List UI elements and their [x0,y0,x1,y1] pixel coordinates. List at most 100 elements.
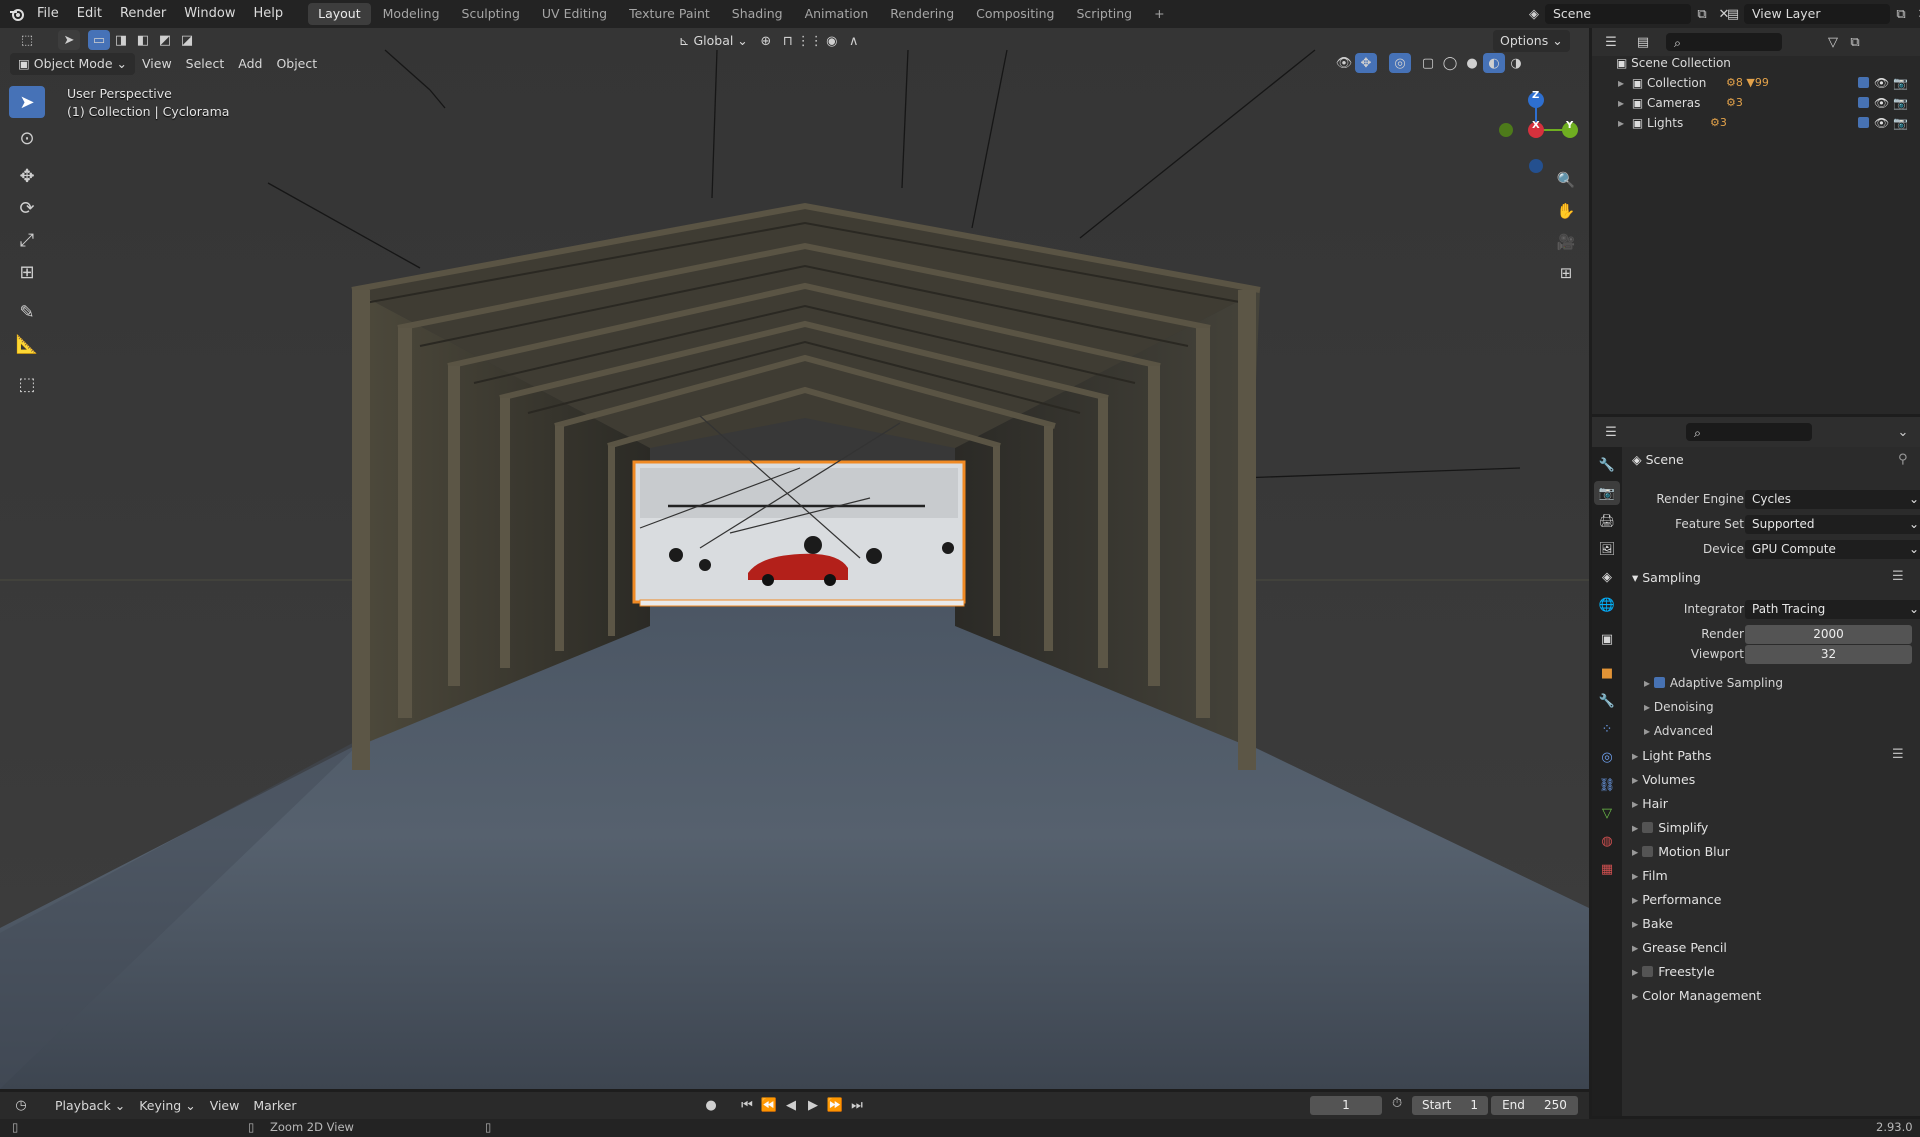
presets-list-icon[interactable]: ☰ [1892,569,1904,584]
panel-grease-pencil[interactable]: ▸ Grease Pencil [1632,937,1727,959]
pivot-point-icon[interactable]: ⊕ [755,31,777,51]
menu-select[interactable]: Select [179,53,232,75]
new-view-layer-icon[interactable]: ⧉ [1890,4,1912,24]
subpanel-denoising[interactable]: ▸ Denoising [1644,700,1714,714]
solid-shading-icon[interactable]: ● [1461,53,1483,73]
chevron-down-icon[interactable]: ⌄ [1892,422,1914,442]
render-samples-field[interactable]: 2000 [1745,625,1912,644]
delete-view-layer-icon[interactable]: ✕ [1912,4,1920,24]
constraints-tab-icon[interactable]: ⛓ [1594,773,1620,797]
properties-editor-icon[interactable]: ☰ [1600,422,1622,442]
physics-tab-icon[interactable]: ◎ [1594,745,1620,769]
exclude-checkbox[interactable] [1858,97,1869,108]
output-tab-icon[interactable]: 🖨 [1594,509,1620,533]
collection-tab-icon[interactable]: ▣ [1594,627,1620,651]
rendered-shading-icon[interactable]: ◑ [1505,53,1527,73]
tool-tab-icon[interactable]: 🔧 [1594,453,1620,477]
outliner-search-input[interactable]: ⌕ [1666,33,1782,51]
motion-blur-checkbox[interactable] [1642,846,1654,857]
material-tab-icon[interactable]: ◍ [1594,829,1620,853]
menu-window[interactable]: Window [175,0,244,28]
tab-shading[interactable]: Shading [722,3,793,25]
transform-orientation-dropdown[interactable]: ⊾ Global ⌄ [672,30,755,52]
modifier-tab-icon[interactable]: 🔧 [1594,689,1620,713]
properties-search-input[interactable]: ⌕ [1686,423,1812,441]
options-dropdown[interactable]: Options ⌄ [1493,30,1570,52]
prev-keyframe-icon[interactable]: ⏪ [758,1095,780,1115]
scene-name-field[interactable]: Scene [1545,4,1691,24]
feature-set-dropdown[interactable]: Supported ⌄ [1745,515,1920,534]
render-engine-dropdown[interactable]: Cycles ⌄ [1745,490,1920,509]
viewport-samples-field[interactable]: 32 [1745,645,1912,664]
view-layer-field[interactable]: View Layer [1744,4,1890,24]
render-icon[interactable]: 📷 [1893,116,1908,130]
tree-item-scene-collection[interactable]: ▣ Scene Collection [1592,53,1920,73]
render-icon[interactable]: 📷 [1893,76,1908,90]
snap-icon[interactable]: ⊓ [777,31,799,51]
visibility-icon[interactable]: 👁 [1333,53,1355,73]
presets-list-icon[interactable]: ☰ [1892,747,1904,762]
scene-tab-icon[interactable]: ◈ [1594,565,1620,589]
expand-arrow-icon[interactable]: ▸ [1618,116,1624,130]
panel-simplify[interactable]: ▸ Simplify [1632,817,1708,839]
subpanel-adaptive-sampling[interactable]: ▸ Adaptive Sampling [1644,676,1783,690]
proportional-edit-icon[interactable]: ◉ [821,31,843,51]
menu-marker[interactable]: Marker [246,1095,303,1117]
move-tool-icon[interactable]: ✥ [9,160,45,192]
menu-edit[interactable]: Edit [68,0,111,28]
new-scene-icon[interactable]: ⧉ [1691,4,1713,24]
panel-volumes[interactable]: ▸ Volumes [1632,769,1695,791]
add-workspace-button[interactable]: + [1144,3,1174,25]
data-tab-icon[interactable]: ▽ [1594,801,1620,825]
select-new-icon[interactable]: ▭ [88,30,110,50]
end-frame-field[interactable]: End 250 [1491,1096,1578,1115]
menu-timeline-view[interactable]: View [203,1095,247,1117]
render-icon[interactable]: 📷 [1893,96,1908,110]
object-tab-icon[interactable]: ■ [1594,661,1620,685]
rotate-tool-icon[interactable]: ⟳ [9,192,45,224]
annotate-tool-icon[interactable]: ✎ [9,296,45,328]
select-intersect-icon[interactable]: ◪ [176,30,198,50]
panel-light-paths[interactable]: ▸ Light Paths [1632,745,1711,767]
exclude-checkbox[interactable] [1858,117,1869,128]
eye-icon[interactable]: 👁 [1874,116,1889,130]
measure-tool-icon[interactable]: 📐 [9,328,45,360]
ortho-grid-icon[interactable]: ⊞ [1552,259,1580,287]
tab-animation[interactable]: Animation [795,3,879,25]
menu-keying[interactable]: Keying ⌄ [132,1095,202,1117]
material-preview-icon[interactable]: ◐ [1483,53,1505,73]
menu-view[interactable]: View [135,53,179,75]
menu-file[interactable]: File [28,0,68,28]
adaptive-sampling-checkbox[interactable] [1653,677,1665,688]
play-reverse-icon[interactable]: ◀ [780,1095,802,1115]
next-keyframe-icon[interactable]: ⏩ [824,1095,846,1115]
expand-arrow-icon[interactable]: ▸ [1618,76,1624,90]
tab-layout[interactable]: Layout [308,3,371,25]
camera-view-icon[interactable]: 🎥 [1552,228,1580,256]
simplify-checkbox[interactable] [1642,822,1654,833]
select-box-icon[interactable]: ➤ [58,30,80,50]
panel-film[interactable]: ▸ Film [1632,865,1668,887]
panel-color-management[interactable]: ▸ Color Management [1632,985,1761,1007]
subpanel-advanced[interactable]: ▸ Advanced [1644,724,1713,738]
panel-hair[interactable]: ▸ Hair [1632,793,1668,815]
add-cube-tool-icon[interactable]: ⬚ [9,368,45,400]
panel-motion-blur[interactable]: ▸ Motion Blur [1632,841,1730,863]
timeline-editor-icon[interactable]: ◷ [10,1096,32,1116]
tab-scripting[interactable]: Scripting [1067,3,1143,25]
gizmo-toggle-icon[interactable]: ✥ [1355,53,1377,73]
pin-icon[interactable]: ⚲ [1898,452,1908,467]
play-icon[interactable]: ▶ [802,1095,824,1115]
wireframe-shading-icon[interactable]: ◯ [1439,53,1461,73]
jump-end-icon[interactable]: ⏭ [846,1095,868,1115]
tab-texture-paint[interactable]: Texture Paint [619,3,720,25]
view-layer-tab-icon[interactable]: 🖼 [1594,537,1620,561]
tab-sculpting[interactable]: Sculpting [452,3,530,25]
select-invert-icon[interactable]: ◩ [154,30,176,50]
outliner-editor-icon[interactable]: ☰ [1600,32,1622,52]
select-box-tool-icon[interactable]: ➤ [9,86,45,118]
pan-hand-icon[interactable]: ✋ [1552,197,1580,225]
blender-logo-icon[interactable] [6,4,28,24]
view-layer-icon[interactable]: ▤ [1722,4,1744,24]
world-tab-icon[interactable]: 🌐 [1594,593,1620,617]
